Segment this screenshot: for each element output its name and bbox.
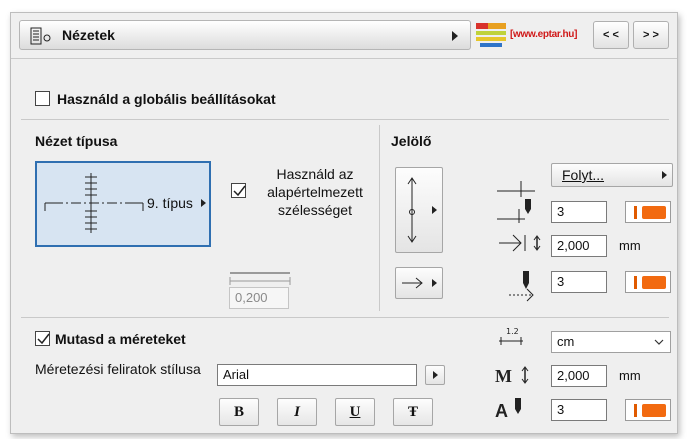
eptar-logo[interactable]: [www.eptar.hu] [474,21,586,51]
font-picker-button[interactable] [425,365,445,385]
width-value-field[interactable]: 0,200 [229,287,289,309]
underline-button[interactable]: U [335,398,375,426]
svg-text:M: M [495,366,512,386]
marker-text-pen-color-button[interactable] [625,271,671,293]
text-size-unit: mm [619,368,641,383]
logo-text: [www.eptar.hu] [510,29,578,40]
text-pen-field[interactable]: 3 [551,399,607,421]
marker-heading: Jelölő [391,133,432,149]
text-size-icon: M [495,366,529,386]
view-type-heading: Nézet típusa [35,133,118,149]
marker-text-pen-icon [509,271,534,302]
marker-size-icon [499,234,541,252]
text-pen-icon: A [495,398,521,421]
prev-button[interactable]: < < [593,21,629,49]
font-picker-arrow-icon [433,371,438,379]
checkmark-icon [37,333,50,345]
font-field[interactable]: Arial [217,364,417,386]
line-width-icon [229,272,291,285]
section-divider-top [21,119,669,120]
line-type-value: Folyt... [562,167,605,183]
marker-direction-button[interactable] [395,267,443,299]
pen-bar-icon [634,276,637,289]
text-pen-color-button[interactable] [625,399,671,421]
strikethrough-button[interactable]: Ŧ [393,398,433,426]
unit-dropdown[interactable]: cm [551,331,671,353]
global-settings-label: Használd a globális beállításokat [57,91,276,107]
marker-size-field[interactable]: 2,000 [551,235,607,257]
section-toggle-icon [30,27,51,45]
svg-text:A: A [495,401,508,421]
chevron-down-icon [654,339,664,345]
show-dimensions-label: Mutasd a méreteket [55,331,186,347]
view-type-label: 9. típus [147,195,193,211]
italic-button[interactable]: I [277,398,317,426]
expand-arrow-icon[interactable] [452,31,458,41]
section-marker-icon [44,173,144,233]
marker-pen-field[interactable]: 3 [551,201,607,223]
marker-pen-color-button[interactable] [625,201,671,223]
text-size-field[interactable]: 2,000 [551,365,607,387]
pen-color-swatch [642,404,666,417]
marker-pen-icon [497,199,531,223]
marker-type-arrow-icon [432,206,437,214]
pen-bar-icon [634,206,637,219]
view-type-arrow-icon [201,199,206,207]
section-vertical-divider [379,125,380,311]
line-type-dropdown[interactable]: Folyt... [551,163,673,187]
section-divider-bottom [21,317,669,318]
checkmark-icon [233,185,246,197]
views-title: Nézetek [62,27,115,43]
pen-bar-icon [634,404,637,417]
marker-direction-arrow-icon [432,279,437,287]
label-style-caption: Méretezési feliratok stílusa [35,361,201,377]
marker-size-unit: mm [619,238,641,253]
unit-value: cm [557,334,575,349]
view-type-button[interactable]: 9. típus [35,161,211,247]
marker-text-pen-field[interactable]: 3 [551,271,607,293]
dimension-unit-icon: 1.2 [499,327,523,345]
views-panel: Nézetek [www.eptar.hu] < < > > Használd … [10,12,678,434]
default-width-checkbox[interactable] [231,183,246,198]
svg-text:1.2: 1.2 [506,327,519,336]
next-button[interactable]: > > [633,21,669,49]
marker-type-button[interactable] [395,167,443,253]
default-width-label: Használd az alapértelmezett szélességet [267,166,363,218]
dropdown-arrow-icon [662,171,667,179]
header-divider [11,58,677,59]
global-settings-checkbox[interactable] [35,91,50,106]
eptar-logo-icon [476,23,506,47]
show-dimensions-checkbox[interactable] [35,331,50,346]
pen-color-swatch [642,206,666,219]
views-header-bar[interactable]: Nézetek [19,20,471,50]
bold-button[interactable]: B [219,398,259,426]
pen-color-swatch [642,276,666,289]
